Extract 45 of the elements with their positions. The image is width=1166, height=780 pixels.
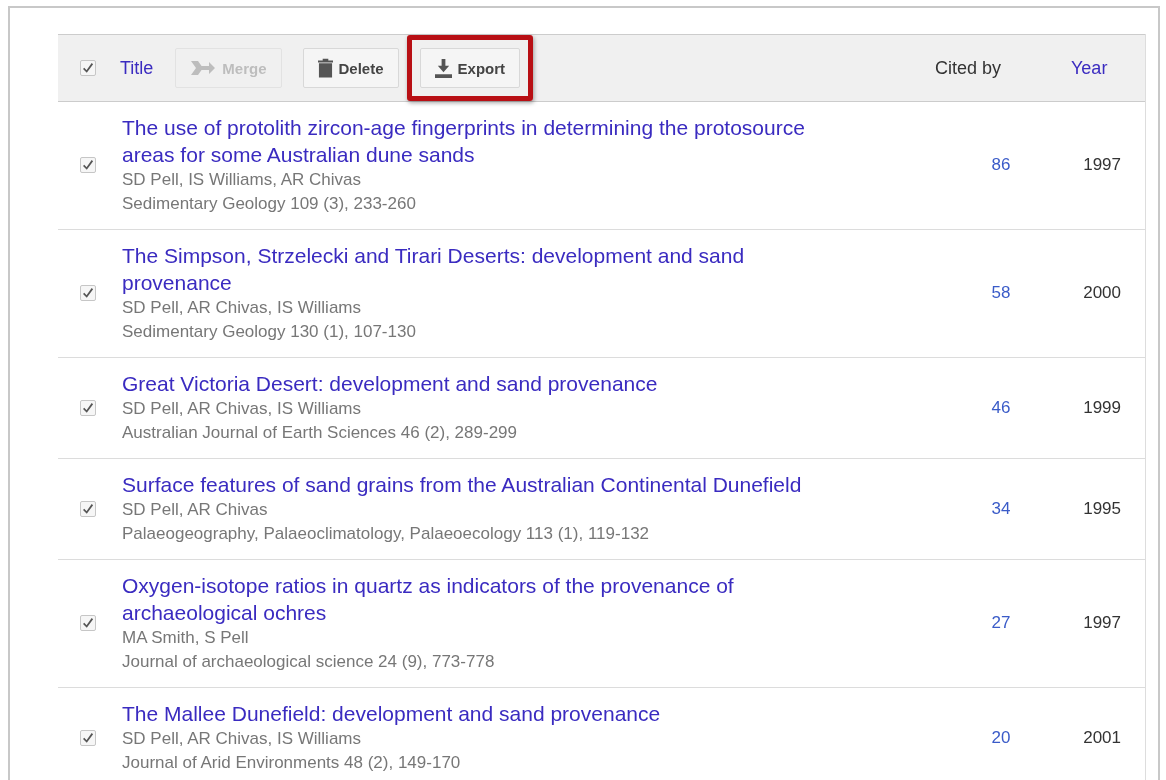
article-year: 1997 [1082,613,1121,633]
trash-icon [317,58,333,78]
cited-by-header: Cited by [935,57,1003,79]
article-source: Journal of Arid Environments 48 (2), 149-170 [122,752,462,774]
checkbox[interactable] [80,615,96,631]
export-button[interactable]: Export [419,48,521,88]
article-title-link[interactable]: Surface features of sand grains from the Australian Continental Dunefield [122,471,842,498]
article-year: 2001 [1082,727,1121,748]
article-authors: MA Smith, S Pell [122,627,250,649]
cited-by-count-link[interactable]: 27 [971,613,1031,633]
article-source: Sedimentary Geology 130 (1), 107-130 [122,321,417,343]
article-title-link[interactable]: The Simpson, Strzelecki and Tirari Deserts: development and sand provenance [122,242,842,296]
cited-by-count-link[interactable]: 58 [971,283,1031,303]
cited-by-count-link[interactable]: 34 [971,498,1031,519]
cited-by-count-link[interactable]: 20 [971,727,1031,748]
checkbox[interactable] [80,60,96,76]
article-year: 1995 [1082,498,1121,519]
article-source: Palaeogeography, Palaeoclimatology, Palaeoecology 113 (1), 119-132 [122,523,651,545]
title-column-link[interactable]: Title [120,57,154,79]
checkbox[interactable] [80,729,96,746]
article-title-link[interactable]: Great Victoria Desert: development and sand provenance [122,370,842,397]
article-authors: SD Pell, AR Chivas [122,499,269,521]
article-authors: SD Pell, AR Chivas, IS Williams [122,297,362,319]
article-year: 1997 [1082,155,1121,175]
article-year: 1999 [1082,397,1121,418]
cited-by-count-link[interactable]: 46 [971,397,1031,418]
download-icon [434,58,452,78]
article-source: Journal of archaeological science 24 (9), 773-778 [122,651,496,673]
article-title-link[interactable]: The Mallee Dunefield: development and sand provenance [122,700,842,727]
cited-by-count-link[interactable]: 86 [971,155,1031,175]
merge-arrow-icon [190,59,217,77]
year-sort-link[interactable]: Year [1071,57,1145,79]
article-authors: SD Pell, IS Williams, AR Chivas [122,169,362,191]
article-year: 2000 [1082,283,1121,303]
article-authors: SD Pell, AR Chivas, IS Williams [122,728,362,750]
article-source: Australian Journal of Earth Sciences 46 (2), 289-299 [122,422,518,444]
article-title-link[interactable]: The use of protolith zircon-age fingerprints in determining the protosource areas for some Australian dune sands [122,114,842,168]
checkbox[interactable] [80,285,96,301]
checkbox[interactable] [80,399,96,416]
article-title-link[interactable]: Oxygen-isotope ratios in quartz as indicators of the provenance of archaeological ochres [122,572,842,626]
checkbox[interactable] [80,500,96,517]
article-authors: SD Pell, AR Chivas, IS Williams [122,398,362,420]
checkbox[interactable] [80,157,96,173]
article-source: Sedimentary Geology 109 (3), 233-260 [122,193,417,215]
delete-button[interactable]: Delete [302,48,399,88]
